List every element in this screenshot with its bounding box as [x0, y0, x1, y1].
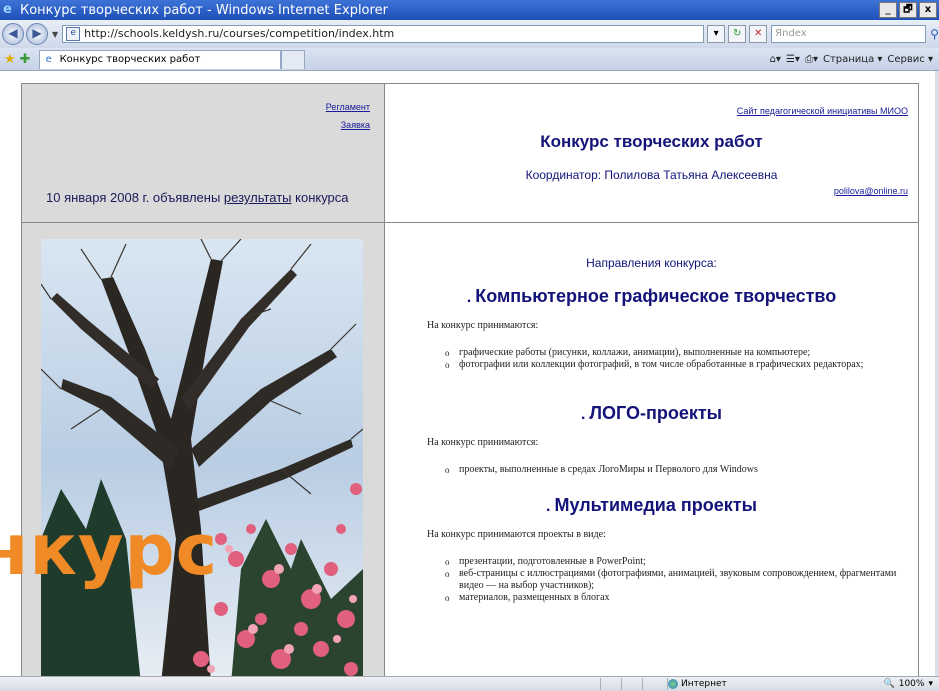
tree-photo	[41, 239, 363, 684]
section-title-multimedia: . Мультимедиа проекты	[385, 495, 918, 516]
page-layout-table: Регламент Заявка 10 января 2008 г. объяв…	[21, 83, 919, 685]
search-icon[interactable]: ⚲	[930, 27, 939, 41]
link-reglament[interactable]: Регламент	[326, 102, 370, 112]
left-photo-cell	[22, 223, 385, 684]
site-link[interactable]: Сайт педагогической инициативы МИОО	[737, 106, 908, 116]
section-title-text: Мультимедиа проекты	[554, 495, 757, 515]
results-link[interactable]: результаты	[224, 190, 292, 205]
bullet-icon: .	[580, 406, 586, 423]
right-header-cell: Сайт педагогической инициативы МИОО Конк…	[385, 84, 918, 223]
window-title: Конкурс творческих работ - Windows Inter…	[20, 2, 388, 18]
tab-toolbar: ★ ✚ e Конкурс творческих работ ⌂▾ ☰▾ ⎙▾ …	[0, 48, 939, 71]
directions-cell: Направления конкурса: . Компьютерное граф…	[385, 223, 918, 684]
section-intro: На конкурс принимаются:	[427, 320, 539, 331]
bullet-icon: .	[546, 498, 551, 515]
zoom-level: 100%	[898, 679, 925, 689]
list-item: веб-страницы с иллюстрациями (фотография…	[445, 568, 915, 592]
restore-button[interactable]: 🗗	[899, 2, 917, 18]
security-zone[interactable]: Интернет	[667, 678, 818, 690]
tab-label: Конкурс творческих работ	[59, 54, 201, 65]
stop-icon[interactable]: ✕	[749, 25, 768, 43]
refresh-icon[interactable]: ↻	[728, 25, 747, 43]
list-item: графические работы (рисунки, коллажи, ан…	[445, 347, 915, 359]
window-titlebar: e Конкурс творческих работ - Windows Int…	[0, 0, 939, 20]
tree-photo-image	[41, 239, 363, 684]
link-zayavka[interactable]: Заявка	[341, 120, 370, 130]
page-menu[interactable]: Страница ▾	[823, 54, 882, 65]
address-field[interactable]: e http://schools.keldysh.ru/courses/comp…	[62, 25, 705, 43]
section-intro: На конкурс принимаются:	[427, 437, 539, 448]
forward-button[interactable]: ▶	[26, 23, 48, 45]
tab-active[interactable]: e Конкурс творческих работ	[38, 49, 281, 69]
globe-icon	[668, 679, 678, 689]
url-text: http://schools.keldysh.ru/courses/compet…	[84, 27, 395, 40]
status-segment	[642, 678, 663, 690]
tab-page-icon: e	[45, 53, 52, 65]
list-item: фотографии или коллекции фотографий, в т…	[445, 359, 915, 371]
command-bar: ⌂▾ ☰▾ ⎙▾ Страница ▾ Сервис ▾	[770, 54, 933, 65]
minimize-button[interactable]: _	[879, 2, 897, 18]
section-title-text: Компьютерное графическое творчество	[475, 286, 837, 306]
list-item: презентации, подготовленные в PowerPoint…	[445, 556, 915, 568]
list-item: материалов, размещенных в блогах	[445, 592, 915, 604]
ie-icon: e	[3, 2, 12, 17]
new-tab-button[interactable]	[280, 49, 305, 69]
section-items-graphics: графические работы (рисунки, коллажи, ан…	[445, 347, 915, 371]
close-button[interactable]: x	[919, 2, 937, 18]
address-toolbar: ◀ ▶ ▼ e http://schools.keldysh.ru/course…	[0, 20, 939, 48]
list-item: проекты, выполненные в средах ЛогоМиры и…	[445, 464, 915, 476]
announce-prefix: 10 января 2008 г. объявлены	[46, 190, 224, 205]
announcement: 10 января 2008 г. объявлены результаты к…	[46, 190, 349, 205]
search-input[interactable]: Яndex	[771, 25, 927, 43]
section-items-multimedia: презентации, подготовленные в PowerPoint…	[445, 556, 915, 604]
feeds-icon[interactable]: ☰▾	[786, 54, 800, 65]
coordinator-text: Координатор: Полилова Татьяна Алексеевна	[525, 168, 778, 182]
tools-menu[interactable]: Сервис ▾	[887, 54, 933, 65]
section-title-logo: . ЛОГО-проекты	[385, 403, 918, 424]
favorites-star-icon[interactable]: ★	[4, 52, 16, 67]
status-segment	[600, 678, 621, 690]
vertical-scrollbar[interactable]	[935, 71, 939, 676]
back-button[interactable]: ◀	[2, 23, 24, 45]
page-title: Конкурс творческих работ	[540, 132, 763, 151]
status-segment	[621, 678, 642, 690]
section-title-text: ЛОГО-проекты	[589, 403, 723, 423]
page-icon: e	[66, 27, 81, 41]
section-intro: На конкурс принимаются проекты в виде:	[427, 529, 606, 540]
add-favorites-icon[interactable]: ✚	[20, 52, 31, 67]
bullet-icon: .	[466, 289, 472, 306]
print-icon[interactable]: ⎙▾	[805, 54, 818, 65]
announce-suffix: конкурса	[291, 190, 349, 205]
status-bar: Интернет 🔍 100% ▾	[0, 676, 939, 691]
zone-label: Интернет	[681, 679, 727, 689]
section-items-logo: проекты, выполненные в средах ЛогоМиры и…	[445, 464, 915, 476]
zoom-dropdown-icon[interactable]: ▾	[928, 679, 933, 689]
zoom-control[interactable]: 🔍 100% ▾	[884, 679, 933, 689]
zoom-icon: 🔍	[883, 679, 895, 689]
section-title-graphics: . Компьютерное графическое творчество	[385, 286, 918, 307]
home-icon[interactable]: ⌂▾	[770, 54, 781, 65]
email-link[interactable]: polilova@online.ru	[834, 186, 908, 196]
history-dropdown-icon[interactable]: ▼	[52, 30, 58, 39]
directions-heading: Направления конкурса:	[586, 256, 717, 270]
window-controls: _ 🗗 x	[879, 2, 937, 18]
left-header-cell: Регламент Заявка 10 января 2008 г. объяв…	[22, 84, 385, 223]
overlay-word: нкурс	[0, 509, 219, 591]
address-dropdown-icon[interactable]: ▾	[707, 25, 726, 43]
